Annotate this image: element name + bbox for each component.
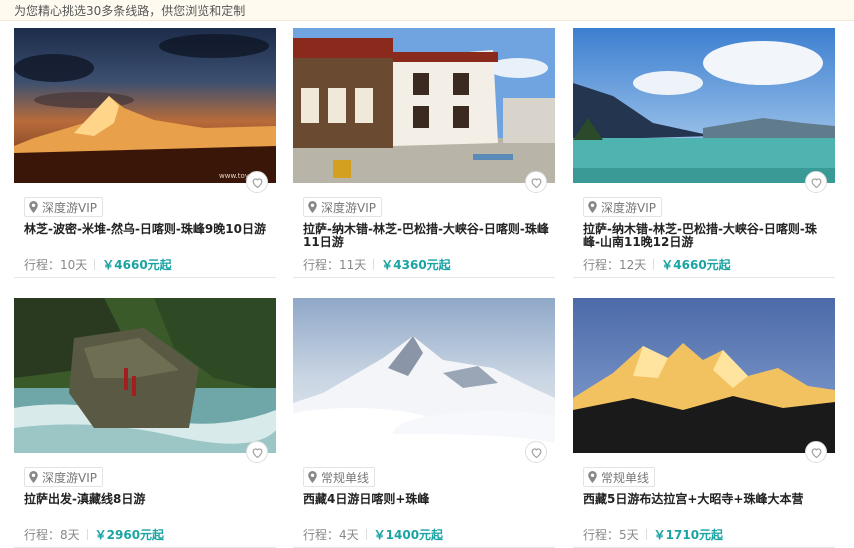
favorite-button[interactable]	[525, 171, 547, 193]
route-type-tag: 常规单线	[583, 467, 656, 487]
meta-divider	[365, 529, 367, 540]
route-type-label: 深度游VIP	[601, 200, 656, 215]
intro-text: 为您精心挑选30多条线路，供您浏览和定制	[14, 4, 246, 18]
route-photo-jokhang-temple[interactable]	[293, 28, 555, 183]
route-price: ￥4360元起	[381, 258, 451, 272]
route-duration: 行程：10天	[24, 258, 88, 272]
route-title[interactable]: 拉萨-纳木错-林芝-巴松措-大峡谷-日喀则-珠峰11日游	[303, 223, 549, 249]
route-card[interactable]: 深度游VIP 拉萨-纳木错-林芝-巴松措-大峡谷-日喀则-珠峰-山南11晚12日…	[573, 28, 835, 278]
route-card[interactable]: 深度游VIP 拉萨出发-滇藏线8日游 行程：8天 ￥2960元起	[14, 298, 276, 548]
meta-divider	[86, 529, 88, 540]
route-type-label: 深度游VIP	[42, 470, 97, 485]
route-price: ￥1400元起	[373, 528, 444, 542]
route-type-tag: 深度游VIP	[303, 197, 382, 217]
route-duration: 行程：8天	[24, 528, 80, 542]
route-card[interactable]: www.toy... 深度游VIP 林芝-波密-米堆-然乌-日喀则-珠峰9晚10…	[14, 28, 276, 278]
route-type-tag: 深度游VIP	[24, 467, 103, 487]
route-photo-river-rock[interactable]	[14, 298, 276, 453]
route-type-label: 深度游VIP	[321, 200, 376, 215]
route-type-label: 常规单线	[601, 470, 650, 485]
route-meta: 行程：4天 ￥1400元起	[303, 526, 443, 543]
route-price: ￥2960元起	[94, 528, 165, 542]
route-meta: 行程：11天 ￥4360元起	[303, 256, 451, 273]
route-duration: 行程：12天	[583, 258, 647, 272]
route-type-tag: 深度游VIP	[24, 197, 103, 217]
heart-icon	[252, 447, 262, 458]
route-card[interactable]: 常规单线 西藏5日游布达拉宫+大昭寺+珠峰大本营 行程：5天 ￥1710元起	[573, 298, 835, 548]
heart-icon	[531, 447, 541, 458]
route-duration: 行程：5天	[583, 528, 639, 542]
route-type-tag: 深度游VIP	[583, 197, 662, 217]
route-type-tag: 常规单线	[303, 467, 376, 487]
location-pin-icon	[308, 201, 317, 213]
route-meta: 行程：10天 ￥4660元起	[24, 256, 172, 273]
route-price: ￥4660元起	[102, 258, 172, 272]
route-type-label: 常规单线	[321, 470, 370, 485]
intro-strip: 为您精心挑选30多条线路，供您浏览和定制	[0, 0, 854, 21]
location-pin-icon	[29, 201, 38, 213]
route-title[interactable]: 西藏4日游日喀则+珠峰	[303, 493, 549, 506]
route-meta: 行程：12天 ￥4660元起	[583, 256, 731, 273]
route-price: ￥4660元起	[661, 258, 731, 272]
favorite-button[interactable]	[246, 441, 268, 463]
location-pin-icon	[588, 471, 597, 483]
meta-divider	[653, 259, 655, 270]
route-photo-golden-peaks[interactable]	[573, 298, 835, 453]
location-pin-icon	[308, 471, 317, 483]
location-pin-icon	[588, 201, 597, 213]
location-pin-icon	[29, 471, 38, 483]
meta-divider	[373, 259, 375, 270]
heart-icon	[811, 447, 821, 458]
route-title[interactable]: 西藏5日游布达拉宫+大昭寺+珠峰大本营	[583, 493, 829, 506]
favorite-button[interactable]	[246, 171, 268, 193]
route-photo-sunset-snow-mountain[interactable]: www.toy...	[14, 28, 276, 183]
meta-divider	[94, 259, 96, 270]
route-duration: 行程：11天	[303, 258, 367, 272]
route-photo-turquoise-lake[interactable]	[573, 28, 835, 183]
route-meta: 行程：8天 ￥2960元起	[24, 526, 164, 543]
route-price: ￥1710元起	[653, 528, 724, 542]
route-type-label: 深度游VIP	[42, 200, 97, 215]
route-card[interactable]: 深度游VIP 拉萨-纳木错-林芝-巴松措-大峡谷-日喀则-珠峰11日游 行程：1…	[293, 28, 555, 278]
favorite-button[interactable]	[805, 171, 827, 193]
favorite-button[interactable]	[525, 441, 547, 463]
route-title[interactable]: 林芝-波密-米堆-然乌-日喀则-珠峰9晚10日游	[24, 223, 270, 236]
route-card[interactable]: 常规单线 西藏4日游日喀则+珠峰 行程：4天 ￥1400元起	[293, 298, 555, 548]
route-title[interactable]: 拉萨出发-滇藏线8日游	[24, 493, 270, 506]
favorite-button[interactable]	[805, 441, 827, 463]
route-title[interactable]: 拉萨-纳木错-林芝-巴松措-大峡谷-日喀则-珠峰-山南11晚12日游	[583, 223, 829, 249]
route-photo-everest-clouds[interactable]	[293, 298, 555, 453]
route-meta: 行程：5天 ￥1710元起	[583, 526, 723, 543]
heart-icon	[252, 177, 262, 188]
heart-icon	[811, 177, 821, 188]
route-duration: 行程：4天	[303, 528, 359, 542]
meta-divider	[645, 529, 647, 540]
heart-icon	[531, 177, 541, 188]
